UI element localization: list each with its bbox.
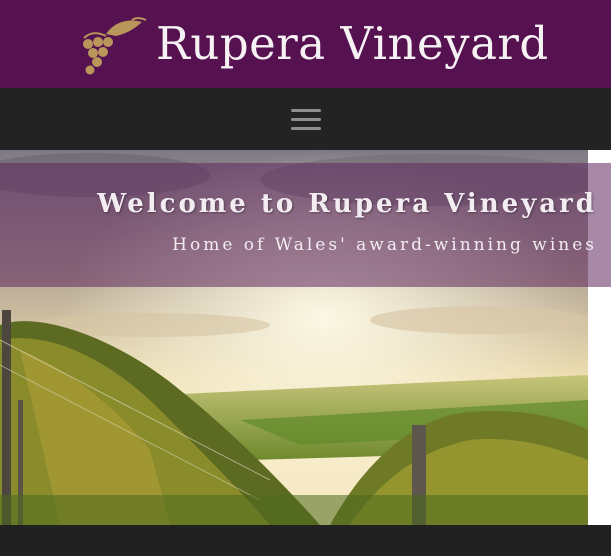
hero-section: Welcome to Rupera Vineyard Home of Wales… (0, 150, 611, 525)
navigation-bar (0, 88, 611, 150)
hero-overlay-band: Welcome to Rupera Vineyard Home of Wales… (0, 163, 611, 287)
hero-subheading: Home of Wales' award-winning wines (172, 235, 597, 255)
hero-heading: Welcome to Rupera Vineyard (97, 189, 597, 219)
brand-header: Rupera Vineyard (0, 0, 611, 88)
page-bottom-bar (0, 525, 611, 556)
site-title[interactable]: Rupera Vineyard (156, 14, 549, 74)
hamburger-menu-icon[interactable] (289, 105, 323, 133)
grape-cluster-icon (83, 17, 147, 75)
